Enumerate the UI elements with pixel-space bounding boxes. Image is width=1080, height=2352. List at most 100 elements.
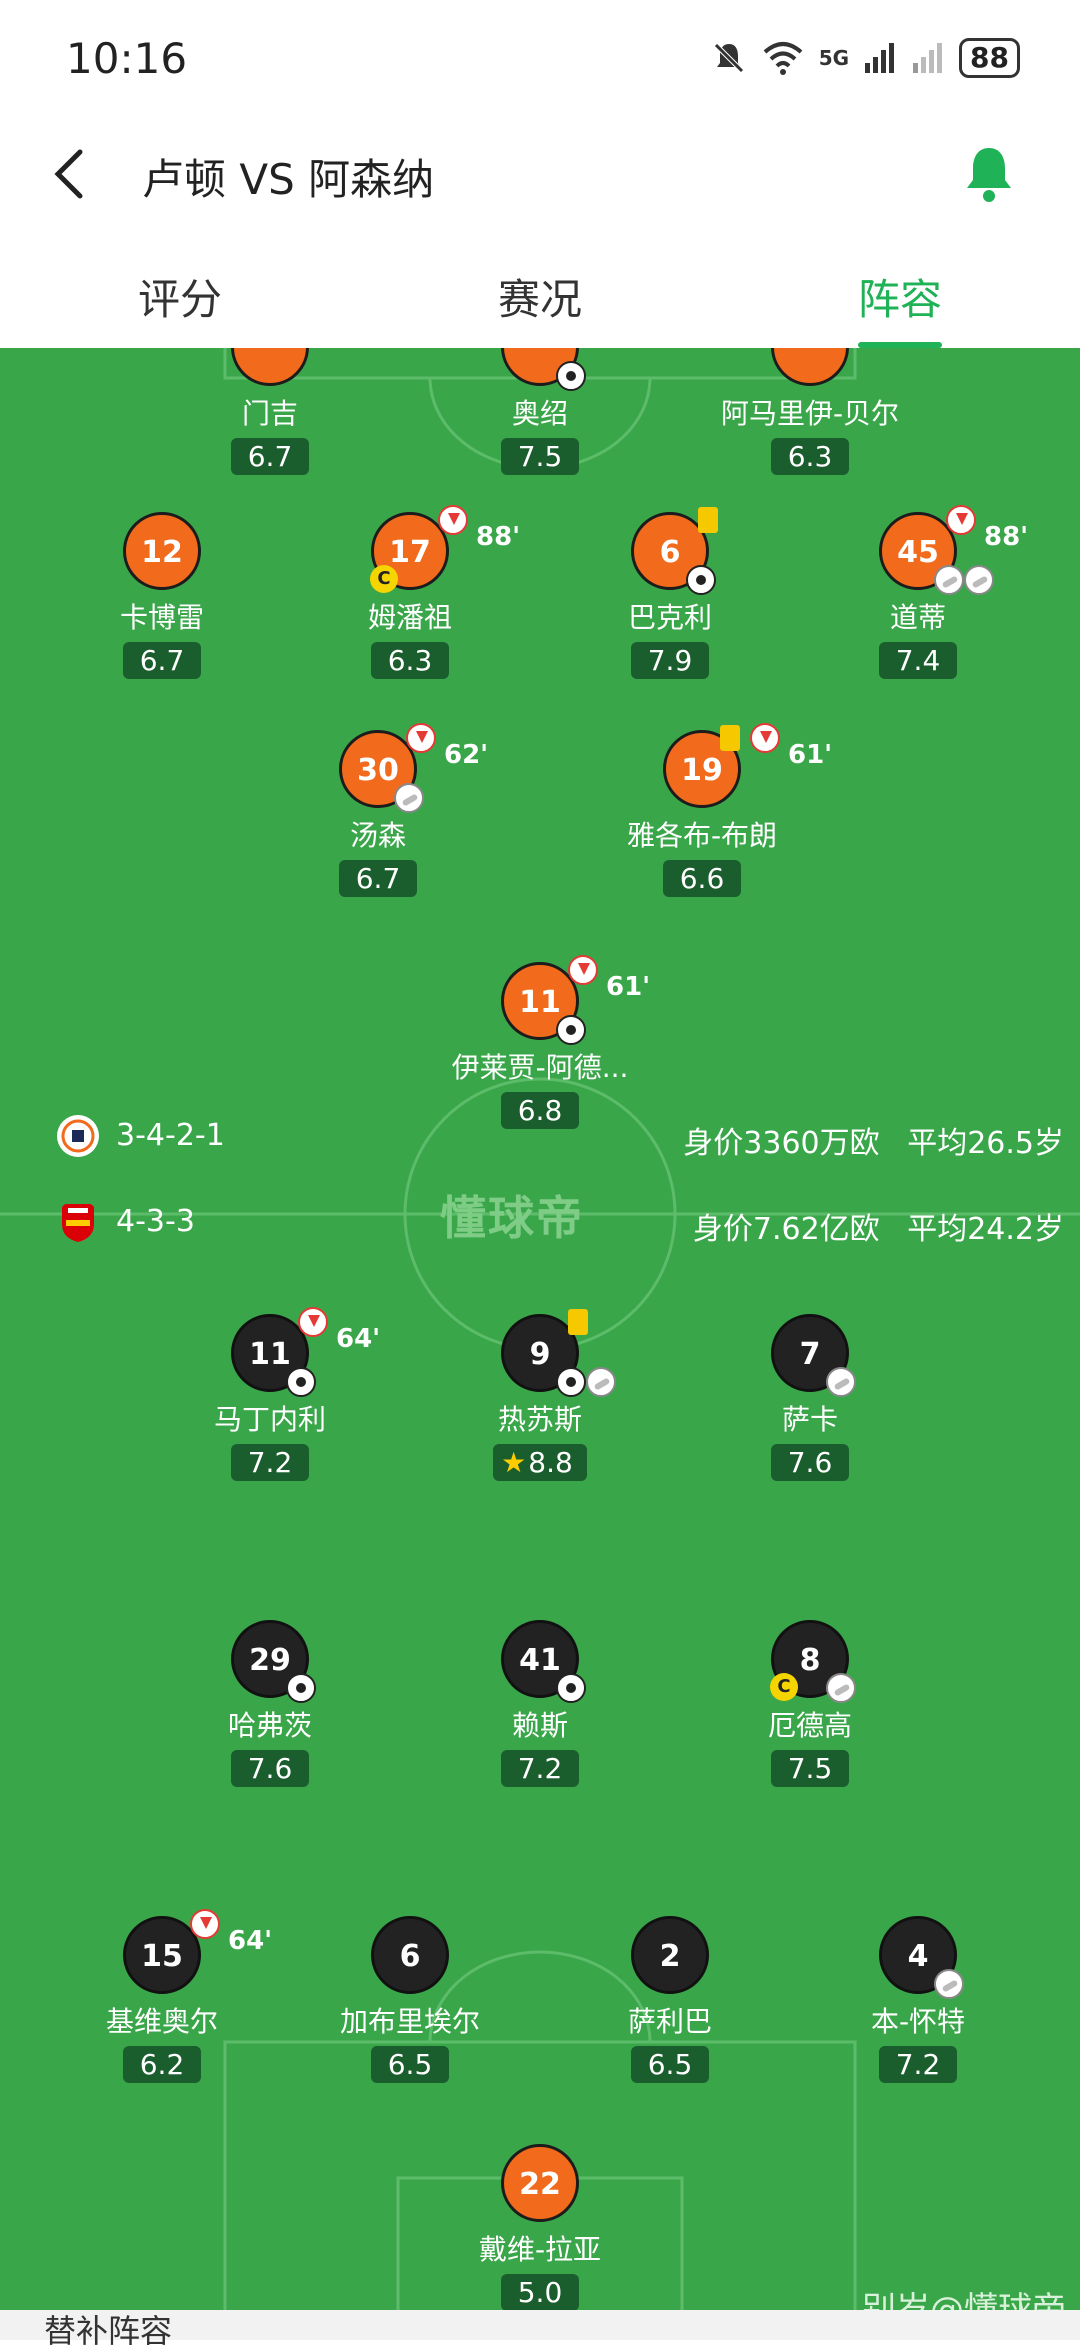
tab-bar: 评分 赛况 阵容 — [0, 230, 1080, 348]
player-number: 11 — [249, 1337, 291, 1372]
player-rating: 6.5 — [371, 2046, 449, 2083]
player-number: 45 — [897, 535, 939, 570]
assist-boot-icon — [826, 1367, 856, 1397]
player-number-badge: 19 61' — [663, 723, 832, 808]
player-rating: 6.5 — [631, 2046, 709, 2083]
network-type-label: 5G — [818, 46, 850, 70]
player-number-badge: 6 — [371, 1916, 449, 1994]
player-name: 巴克利 — [627, 601, 712, 634]
assist-boot-icon — [586, 1367, 616, 1397]
luton-logo-icon — [57, 1115, 99, 1157]
player-number-badge: 2 — [631, 1916, 709, 1994]
away-goalkeeper[interactable]: 22 戴维-拉亚 5.0 — [420, 2144, 660, 2310]
goal-ball-icon — [556, 1015, 586, 1045]
sub-minute: 64' — [336, 1324, 381, 1354]
away-player[interactable]: 15 64' 基维奥尔 6.2 — [42, 1909, 282, 2083]
player-number: 9 — [529, 1337, 551, 1372]
tab-match-status[interactable]: 赛况 — [440, 266, 640, 327]
player-name: 哈弗茨 — [227, 1709, 312, 1742]
sub-off-arrow-icon — [438, 505, 468, 535]
player-number-badge: 6 — [631, 507, 718, 595]
player-rating: ★8.8 — [493, 1444, 587, 1481]
away-player[interactable]: 4 本-怀特 7.2 — [798, 1916, 1038, 2083]
player-number-badge: 29 — [231, 1620, 316, 1703]
player-number-badge — [501, 348, 586, 391]
home-player[interactable]: 19 61' 雅各布-布朗 6.6 — [582, 723, 832, 897]
bell-icon[interactable] — [958, 142, 1020, 208]
away-team-info: 4-3-3 身价7.62亿欧 平均24.2岁 — [0, 1192, 1080, 1252]
away-player[interactable]: 29 哈弗茨 7.6 — [150, 1620, 390, 1787]
chevron-left-icon[interactable] — [42, 142, 102, 206]
away-player[interactable]: 7 萨卡 7.6 — [690, 1314, 930, 1481]
player-name: 卡博雷 — [119, 601, 204, 634]
mute-bell-icon — [713, 43, 744, 73]
home-player[interactable]: 30 62' 汤森 6.7 — [258, 723, 498, 897]
player-name: 本-怀特 — [870, 2005, 966, 2038]
sub-minute: 88' — [984, 522, 1029, 552]
sub-off-arrow-icon — [946, 505, 976, 535]
tab-lineup[interactable]: 阵容 — [800, 266, 1000, 327]
home-player[interactable]: 17 88' C 姆潘祖 6.3 — [290, 505, 530, 679]
home-formation: 3-4-2-1 — [116, 1118, 225, 1153]
away-player[interactable]: 11 64' 马丁内利 7.2 — [150, 1307, 390, 1481]
goal-ball-icon — [556, 1673, 586, 1703]
away-player[interactable]: 41 赖斯 7.2 — [420, 1620, 660, 1787]
player-number: 11 — [519, 985, 561, 1020]
home-player[interactable]: 6 巴克利 7.9 — [550, 507, 790, 679]
player-number-badge: 12 — [123, 512, 201, 590]
home-avg-age: 平均26.5岁 — [907, 1126, 1064, 1161]
player-rating-value: 8.8 — [528, 1446, 573, 1479]
player-number-badge: 15 64' — [123, 1909, 272, 1994]
home-player[interactable]: 11 61' 伊莱贾-阿德... 6.8 — [420, 955, 660, 1129]
away-market-value: 身价7.62亿欧 — [692, 1212, 880, 1247]
goal-ball-icon — [286, 1367, 316, 1397]
player-number-badge: 41 — [501, 1620, 586, 1703]
away-player[interactable]: 2 萨利巴 6.5 — [550, 1916, 790, 2083]
player-number-badge: 9 — [501, 1309, 616, 1397]
player-name: 奥绍 — [511, 397, 568, 430]
player-name: 萨卡 — [781, 1403, 838, 1436]
home-player[interactable]: 45 88' 道蒂 7.4 — [798, 505, 1038, 679]
player-number-badge: 7 — [771, 1314, 856, 1397]
player-name: 热苏斯 — [497, 1403, 582, 1436]
home-market-value: 身价3360万欧 — [683, 1126, 880, 1161]
player-name: 道蒂 — [889, 601, 946, 634]
sub-minute: 61' — [788, 740, 833, 770]
player-number: 4 — [907, 1939, 929, 1974]
home-player[interactable]: 奥绍 7.5 — [420, 348, 660, 475]
assist-boot-icon — [934, 565, 964, 595]
player-name: 伊莱贾-阿德... — [451, 1051, 629, 1084]
player-number: 19 — [681, 753, 723, 788]
player-number-badge: 17 88' C — [370, 505, 520, 593]
yellow-card-icon — [720, 725, 740, 751]
away-player[interactable]: 6 加布里埃尔 6.5 — [290, 1916, 530, 2083]
player-rating: 7.5 — [501, 438, 579, 475]
home-team-info: 3-4-2-1 身价3360万欧 平均26.5岁 — [0, 1106, 1080, 1166]
player-name: 赖斯 — [511, 1709, 568, 1742]
status-bar: 10:16 5G 88 — [0, 0, 1080, 120]
goal-ball-icon — [556, 361, 586, 391]
player-rating: 6.7 — [231, 438, 309, 475]
home-player[interactable]: 阿马里伊-贝尔 6.3 — [690, 348, 930, 475]
home-player[interactable]: 门吉 6.7 — [150, 348, 390, 475]
away-player[interactable]: 9 热苏斯 ★8.8 — [420, 1309, 660, 1481]
player-rating: 7.2 — [501, 1750, 579, 1787]
player-name: 门吉 — [241, 397, 298, 430]
player-number-badge: 22 — [501, 2144, 579, 2222]
away-player[interactable]: 8 C 厄德高 7.5 — [690, 1620, 930, 1787]
sub-minute: 64' — [228, 1926, 273, 1956]
player-number: 6 — [659, 535, 681, 570]
player-rating: 5.0 — [501, 2274, 579, 2310]
home-player[interactable]: 12 卡博雷 6.7 — [42, 512, 282, 679]
wifi-icon — [763, 42, 803, 75]
player-rating: 7.2 — [231, 1444, 309, 1481]
player-name: 加布里埃尔 — [339, 2005, 480, 2038]
status-time: 10:16 — [66, 34, 188, 83]
player-number: 7 — [799, 1337, 821, 1372]
top-header: 卢顿 VS 阿森纳 — [0, 120, 1080, 230]
player-number: 29 — [249, 1643, 291, 1678]
goal-ball-icon — [556, 1367, 586, 1397]
player-number-badge: 8 C — [770, 1620, 856, 1703]
tab-rating[interactable]: 评分 — [80, 266, 280, 327]
sub-minute: 61' — [606, 972, 651, 1002]
